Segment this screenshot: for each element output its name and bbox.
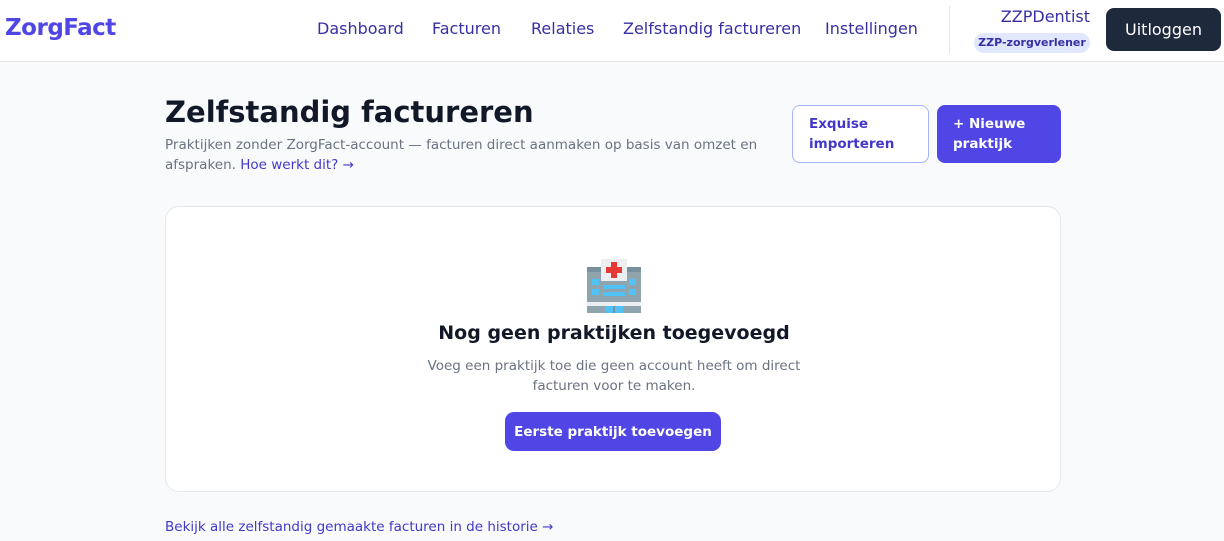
nav-item-instellingen[interactable]: Instellingen <box>825 19 918 38</box>
nav-item-facturen[interactable]: Facturen <box>432 19 501 38</box>
page-subtitle: Praktijken zonder ZorgFact-account — fac… <box>165 135 765 175</box>
history-link[interactable]: Bekijk alle zelfstandig gemaakte facture… <box>165 519 553 535</box>
add-first-practice-button[interactable]: Eerste praktijk toevoegen <box>505 412 721 451</box>
import-button[interactable]: Exquise importeren <box>792 105 929 163</box>
hospital-icon <box>587 259 641 313</box>
empty-state-text: Voeg een praktijk toe die geen account h… <box>427 358 801 394</box>
empty-state-card: Nog geen praktijken toegevoegd Voeg een … <box>165 206 1061 492</box>
new-practice-button[interactable]: + Nieuwe praktijk <box>937 105 1061 163</box>
header-divider <box>949 6 950 54</box>
help-link[interactable]: Hoe werkt dit? → <box>240 157 354 173</box>
user-name[interactable]: ZZPDentist <box>960 7 1090 26</box>
page-title: Zelfstandig factureren <box>165 95 534 129</box>
nav-item-dashboard[interactable]: Dashboard <box>317 19 404 38</box>
top-navigation-bar: ZorgFact Dashboard Facturen Relaties Zel… <box>0 0 1224 62</box>
role-badge: ZZP-zorgverlener <box>974 33 1090 53</box>
app-logo[interactable]: ZorgFact <box>5 15 116 41</box>
nav-item-zelfstandig-factureren[interactable]: Zelfstandig factureren <box>623 19 801 38</box>
empty-state-title: Nog geen praktijken toegevoegd <box>438 322 790 344</box>
logout-button[interactable]: Uitloggen <box>1106 8 1221 51</box>
nav-item-relaties[interactable]: Relaties <box>531 19 594 38</box>
